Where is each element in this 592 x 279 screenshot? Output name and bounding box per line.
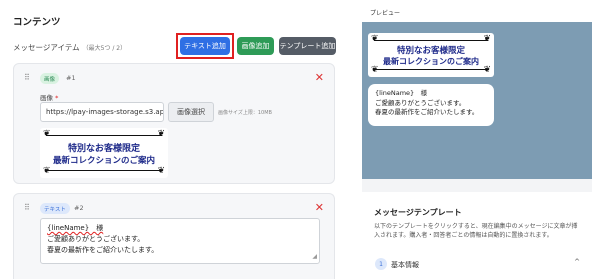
image-size-note: 画像サイズ上限：10MB [218,110,272,116]
preview-panel: プレビュー ❦ ❦ ❦ ❦ 特別なお客様限定 最新コレクションのご案内 {lin… [362,0,592,179]
banner-frame-top [46,135,162,136]
image-url-input[interactable]: https://lpay-images-storage.s3.ap-nor [40,102,164,122]
image-field-label: 画像 * [40,92,58,102]
item-number: #1 [66,74,76,82]
preview-image: ❦ ❦ ❦ ❦ 特別なお客様限定 最新コレクションのご案内 [368,33,494,77]
drag-handle-icon[interactable]: ⠿ [24,203,30,212]
ornament-icon: ❦ [157,129,165,139]
ornament-icon: ❦ [43,129,51,139]
image-field-label-text: 画像 [40,94,53,102]
content-panel: コンテンツ メッセージアイテム （最大5つ / 2） テキスト追加 画像追加 テン… [0,0,352,279]
type-badge-image: 画像 [40,73,60,84]
add-text-button[interactable]: テキスト追加 [180,37,230,55]
item-number: #2 [74,204,84,212]
template-title: メッセージテンプレート [374,208,462,217]
template-description: 以下のテンプレートをクリックすると、現在編集中のメッセージに文章が挿入されます。… [374,223,578,239]
accordion-basic-info[interactable]: 基本情報 [391,260,419,270]
ornament-icon: ❦ [371,34,379,44]
drag-handle-icon[interactable]: ⠿ [24,73,30,82]
banner-frame-bottom [46,170,162,171]
section-title: コンテンツ [13,17,61,28]
preview-text-bubble: {lineName} 様 ご愛顧ありがとうございます。 春夏の最新作をご紹介いた… [368,84,494,126]
ornament-icon: ❦ [157,166,165,176]
message-items-label: メッセージアイテム （最大5つ / 2） [13,42,126,53]
message-textarea[interactable]: {lineName} 様 ご愛顧ありがとうございます。 春夏の最新作をご紹介いた… [40,218,320,264]
add-template-button[interactable]: テンプレート追加 [279,37,336,55]
message-item-image: ⠿ 画像 #1 ✕ 画像 * https://lpay-images-stora… [13,63,335,184]
template-panel: メッセージテンプレート 以下のテンプレートをクリックすると、現在編集中のメッセー… [362,192,592,279]
banner-line-2: 最新コレクションのご案内 [52,156,155,166]
message-items-count: （最大5つ / 2） [82,45,127,52]
message-items-label-text: メッセージアイテム [13,43,80,52]
bubble-line: ご愛顧ありがとうございます。 [375,98,466,107]
bubble-line: 春夏の最新作をご紹介いたします。 [375,108,479,116]
bubble-line: {lineName} 様 [375,89,428,97]
text-line: ご愛顧ありがとうございます。 [47,235,145,243]
accordion-number[interactable]: 1 [375,258,387,270]
preview-title: プレビュー [370,10,401,17]
text-line: {lineName} 様 [47,224,104,232]
side-panel: プレビュー ❦ ❦ ❦ ❦ 特別なお客様限定 最新コレクションのご案内 {lin… [362,0,592,279]
ornament-icon: ❦ [483,65,491,75]
select-image-button[interactable]: 画像選択 [168,102,214,122]
close-icon[interactable]: ✕ [315,201,324,214]
add-image-button[interactable]: 画像追加 [237,37,274,55]
text-line: 春夏の最新作をご紹介いたします。 [47,246,159,254]
ornament-icon: ❦ [483,34,491,44]
banner-frame-top [374,40,488,41]
message-item-text: ⠿ テキスト #2 ✕ {lineName} 様 ご愛顧ありがとうございます。 … [13,193,335,279]
resize-handle-icon[interactable]: ◢ [312,251,317,262]
chevron-up-icon[interactable]: ^ [574,258,580,266]
ornament-icon: ❦ [43,166,51,176]
close-icon[interactable]: ✕ [315,71,324,84]
banner-frame-bottom [374,69,488,70]
required-mark: * [55,94,59,102]
banner-line-1: 特別なお客様限定 [67,144,140,154]
banner-line-1: 特別なお客様限定 [396,46,465,56]
image-thumbnail: ❦ ❦ ❦ ❦ 特別なお客様限定 最新コレクションのご案内 [40,128,168,178]
ornament-icon: ❦ [371,65,379,75]
type-badge-text: テキスト [40,203,70,214]
preview-area: ❦ ❦ ❦ ❦ 特別なお客様限定 最新コレクションのご案内 {lineName}… [362,22,592,179]
banner-line-2: 最新コレクションのご案内 [383,57,479,66]
